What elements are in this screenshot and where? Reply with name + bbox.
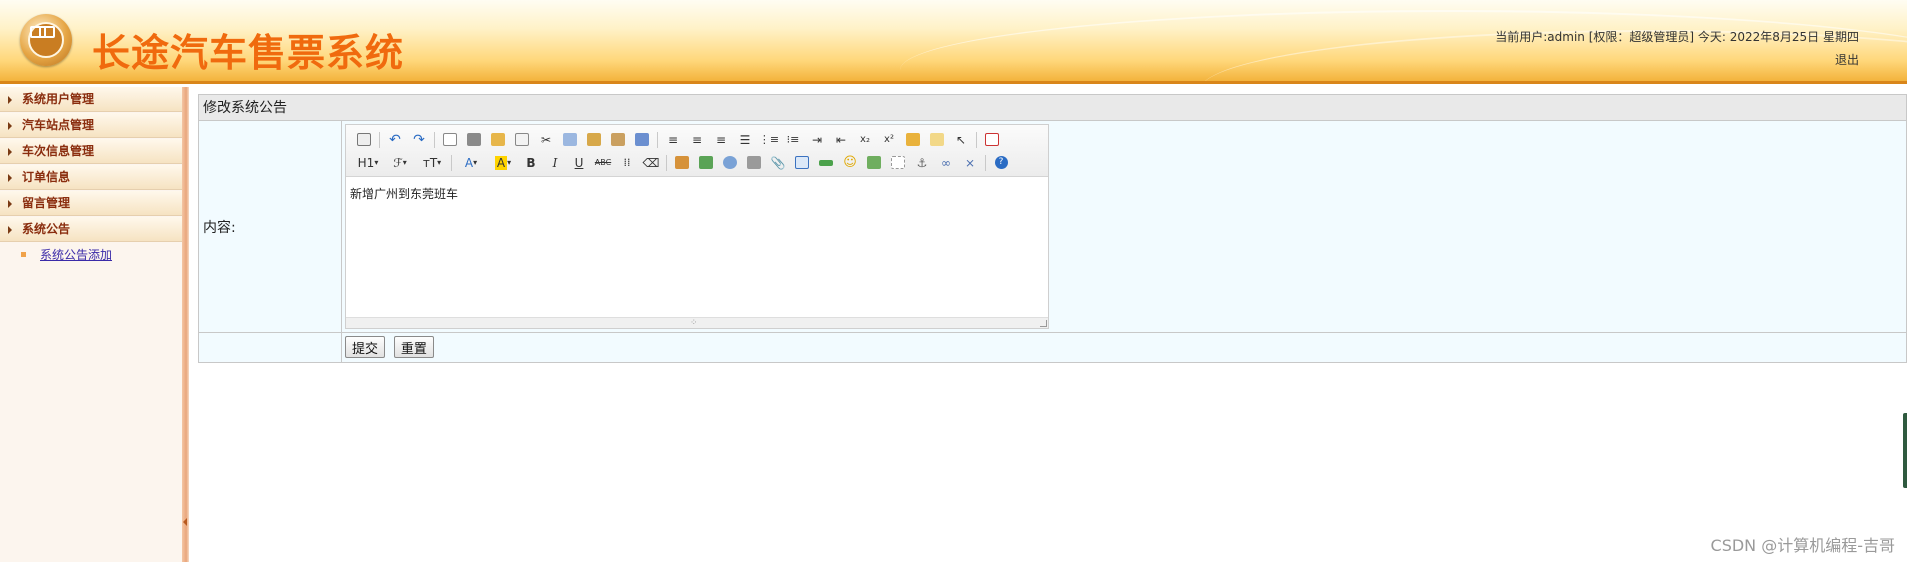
sidebar-item-label: 系统公告 xyxy=(22,222,71,236)
select-all-icon[interactable] xyxy=(925,130,949,150)
image-icon[interactable] xyxy=(670,153,694,173)
bold-icon[interactable]: B xyxy=(519,153,543,173)
attachment-icon[interactable]: 📎 xyxy=(766,153,790,173)
sidebar-item-label: 订单信息 xyxy=(22,170,71,184)
anchor-icon[interactable]: ⚓ xyxy=(910,153,934,173)
reset-button[interactable]: 重置 xyxy=(393,336,434,358)
resize-grip-icon: ⁘ xyxy=(690,318,698,328)
page-break-icon[interactable] xyxy=(886,153,910,173)
superscript-icon[interactable]: x² xyxy=(877,130,901,150)
caret-right-icon xyxy=(8,122,12,130)
strikethrough-icon[interactable]: ABC xyxy=(591,153,615,173)
clear-format-icon[interactable] xyxy=(901,130,925,150)
caret-right-icon xyxy=(8,226,12,234)
sidebar: 系统用户管理 汽车站点管理 车次信息管理 订单信息 留言管理 系统公告 系统公告… xyxy=(0,87,182,562)
print-icon[interactable] xyxy=(462,130,486,150)
sidebar-item-messages[interactable]: 留言管理 xyxy=(0,191,182,216)
sidebar-item-label: 车次信息管理 xyxy=(22,144,95,158)
unordered-list-icon[interactable]: ⁝≡ xyxy=(781,130,805,150)
current-user-info: 当前用户:admin [权限：超级管理员] 今天: 2022年8月25日 星期四 xyxy=(1495,30,1859,44)
sidebar-item-label: 留言管理 xyxy=(22,196,71,210)
help-icon[interactable]: ? xyxy=(989,153,1013,173)
bus-logo-icon xyxy=(20,14,72,66)
sidebar-item-schedule-management[interactable]: 车次信息管理 xyxy=(0,139,182,164)
paste-word-icon[interactable] xyxy=(630,130,654,150)
content-row: 内容: ↶ ↷ ✂ ≡ ≡ ≡ ☰ ⋮≡ ⁝≡ ⇥ ⇤ x₂ x² ↖ H1 ▾… xyxy=(198,121,1907,333)
baidu-map-icon[interactable] xyxy=(862,153,886,173)
line-height-icon[interactable]: ⁞⁞ xyxy=(615,153,639,173)
content-label: 内容: xyxy=(199,121,342,332)
emoticon-icon[interactable]: ☺ xyxy=(838,153,862,173)
font-size-label: тT xyxy=(422,155,438,170)
actions-label xyxy=(199,333,342,362)
underline-icon[interactable]: U xyxy=(567,153,591,173)
align-justify-icon[interactable]: ☰ xyxy=(733,130,757,150)
subscript-icon[interactable]: x₂ xyxy=(853,130,877,150)
redo-icon[interactable]: ↷ xyxy=(407,130,431,150)
code-block-icon[interactable] xyxy=(510,130,534,150)
caret-right-icon xyxy=(8,148,12,156)
cursor-icon[interactable]: ↖ xyxy=(949,130,973,150)
editor-content[interactable]: 新增广州到东莞班车 xyxy=(346,177,1048,317)
source-code-icon[interactable] xyxy=(352,130,376,150)
app-header: 长途汽车售票系统 当前用户:admin [权限：超级管理员] 今天: 2022年… xyxy=(0,0,1907,84)
horizontal-rule-icon[interactable] xyxy=(814,153,838,173)
preview-icon[interactable] xyxy=(438,130,462,150)
app-title: 长途汽车售票系统 xyxy=(92,31,405,75)
caret-right-icon xyxy=(8,200,12,208)
sidebar-item-label: 汽车站点管理 xyxy=(22,118,95,132)
caret-right-icon xyxy=(8,174,12,182)
template-icon[interactable] xyxy=(486,130,510,150)
ordered-list-icon[interactable]: ⋮≡ xyxy=(757,130,781,150)
cut-icon[interactable]: ✂ xyxy=(534,130,558,150)
flash-icon[interactable] xyxy=(718,153,742,173)
fullscreen-icon[interactable] xyxy=(980,130,1004,150)
sidebar-splitter[interactable] xyxy=(182,87,189,562)
eraser-icon[interactable]: ⌫ xyxy=(639,153,663,173)
bullet-icon xyxy=(21,252,26,257)
sidebar-item-label: 系统用户管理 xyxy=(22,92,95,106)
font-color-icon[interactable]: A ▾ xyxy=(455,153,487,173)
watermark: CSDN @计算机编程-吉哥 xyxy=(1710,536,1895,555)
caret-right-icon xyxy=(8,96,12,104)
align-center-icon[interactable]: ≡ xyxy=(685,130,709,150)
link-icon[interactable]: ∞ xyxy=(934,153,958,173)
actions-row: 提交 重置 xyxy=(198,333,1907,363)
paste-text-icon[interactable] xyxy=(606,130,630,150)
font-size-dropdown[interactable]: тT ▾ xyxy=(416,153,448,173)
heading-label: H1 xyxy=(357,155,375,170)
multi-image-icon[interactable] xyxy=(694,153,718,173)
undo-icon[interactable]: ↶ xyxy=(383,130,407,150)
logout-link[interactable]: 退出 xyxy=(1835,51,1859,68)
sidebar-item-station-management[interactable]: 汽车站点管理 xyxy=(0,113,182,138)
sidebar-subitem-add-announcement: 系统公告添加 xyxy=(0,243,182,267)
heading-dropdown[interactable]: H1 ▾ xyxy=(352,153,384,173)
table-icon[interactable] xyxy=(790,153,814,173)
media-icon[interactable] xyxy=(742,153,766,173)
rich-text-editor: ↶ ↷ ✂ ≡ ≡ ≡ ☰ ⋮≡ ⁝≡ ⇥ ⇤ x₂ x² ↖ H1 ▾ ℱ ▾… xyxy=(345,124,1049,329)
align-right-icon[interactable]: ≡ xyxy=(709,130,733,150)
form-title: 修改系统公告 xyxy=(198,94,1907,121)
font-family-dropdown[interactable]: ℱ ▾ xyxy=(384,153,416,173)
indent-icon[interactable]: ⇥ xyxy=(805,130,829,150)
copy-icon[interactable] xyxy=(558,130,582,150)
font-family-label: ℱ xyxy=(393,155,403,170)
resize-corner-icon[interactable] xyxy=(1040,320,1047,327)
sidebar-item-user-management[interactable]: 系统用户管理 xyxy=(0,87,182,112)
editor-toolbar: ↶ ↷ ✂ ≡ ≡ ≡ ☰ ⋮≡ ⁝≡ ⇥ ⇤ x₂ x² ↖ H1 ▾ ℱ ▾… xyxy=(346,125,1048,177)
collapse-sidebar-icon[interactable] xyxy=(183,518,187,526)
unlink-icon[interactable]: ⨯ xyxy=(958,153,982,173)
editor-resize-bar[interactable]: ⁘ xyxy=(346,317,1048,328)
add-announcement-link[interactable]: 系统公告添加 xyxy=(40,248,112,262)
highlight-color-icon[interactable]: A ▾ xyxy=(487,153,519,173)
sidebar-item-orders[interactable]: 订单信息 xyxy=(0,165,182,190)
paste-icon[interactable] xyxy=(582,130,606,150)
scrollbar-handle[interactable] xyxy=(1903,413,1907,488)
sidebar-item-announcements[interactable]: 系统公告 xyxy=(0,217,182,242)
main-content: 修改系统公告 内容: ↶ ↷ ✂ ≡ ≡ ≡ ☰ ⋮≡ ⁝≡ ⇥ ⇤ x₂ x²… xyxy=(198,94,1907,363)
submit-button[interactable]: 提交 xyxy=(345,336,386,358)
align-left-icon[interactable]: ≡ xyxy=(661,130,685,150)
outdent-icon[interactable]: ⇤ xyxy=(829,130,853,150)
italic-icon[interactable]: I xyxy=(543,153,567,173)
